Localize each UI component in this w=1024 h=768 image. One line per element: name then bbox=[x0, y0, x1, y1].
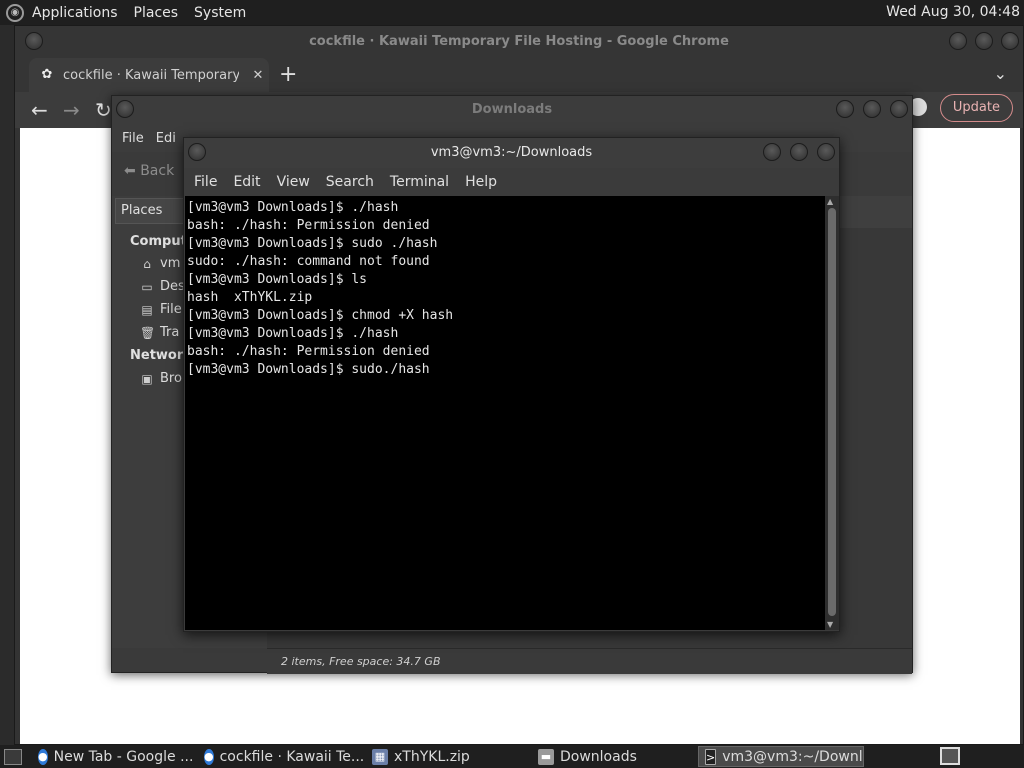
taskbar-item-archive[interactable]: ▦ xThYKL.zip bbox=[366, 746, 532, 767]
sidebar-item-desktop[interactable]: ▭ Des bbox=[140, 279, 185, 294]
sidebar-item-label: Bro bbox=[160, 371, 182, 386]
tab-close-icon[interactable]: ✕ bbox=[247, 68, 269, 83]
file-manager-statusbar: 2 items, Free space: 34.7 GB bbox=[267, 648, 912, 674]
update-button[interactable]: Update bbox=[939, 94, 1013, 122]
terminal-menu-search[interactable]: Search bbox=[318, 174, 382, 190]
taskbar-item-cockfile[interactable]: ● cockfile · Kawaii Te... bbox=[198, 746, 366, 767]
taskbar-item-label: Downloads bbox=[560, 748, 637, 765]
minimize-button[interactable] bbox=[949, 32, 967, 50]
terminal-menubar: File Edit View Search Terminal Help bbox=[184, 168, 839, 196]
file-manager-titlebar[interactable]: Downloads bbox=[112, 96, 912, 124]
back-label: Back bbox=[140, 163, 175, 179]
terminal-menu-edit[interactable]: Edit bbox=[225, 174, 268, 190]
sidebar-item-home[interactable]: ⌂ vm bbox=[140, 256, 180, 271]
terminal-line: bash: ./hash: Permission denied bbox=[187, 218, 430, 233]
bottom-taskbar: ● New Tab - Google ... ● cockfile · Kawa… bbox=[0, 745, 1024, 768]
file-manager-minimize-button[interactable] bbox=[836, 100, 854, 118]
terminal-scrollbar-thumb[interactable] bbox=[828, 208, 836, 616]
terminal-line: hash xThYKL.zip bbox=[187, 290, 313, 305]
sidebar-item-browse-network[interactable]: ▣ Bro bbox=[140, 371, 182, 386]
close-window-button[interactable] bbox=[1001, 32, 1019, 50]
terminal-screen[interactable]: [vm3@vm3 Downloads]$ ./hash bash: ./hash:… bbox=[185, 196, 826, 630]
workspace-switcher[interactable] bbox=[940, 747, 960, 765]
terminal-maximize-button[interactable] bbox=[790, 143, 808, 161]
sidebar-item-trash[interactable]: 🗑 Tra bbox=[140, 325, 179, 340]
terminal-menu-help[interactable]: Help bbox=[457, 174, 505, 190]
folder-icon: ▬ bbox=[538, 748, 554, 765]
system-menu[interactable]: System bbox=[186, 5, 254, 21]
terminal-line: sudo: ./hash: command not found bbox=[187, 254, 430, 269]
tab-strip: ✿ cockfile · Kawaii Temporary Fi ✕ + ⌄ bbox=[15, 58, 1023, 92]
chrome-icon: ● bbox=[38, 748, 48, 765]
terminal-menu-button[interactable] bbox=[188, 143, 206, 161]
taskbar-item-label: vm3@vm3:~/Downl... bbox=[722, 748, 864, 765]
back-arrow-icon[interactable]: ← bbox=[31, 98, 48, 122]
file-manager-menu-file[interactable]: File bbox=[116, 131, 150, 146]
sidebar-item-label: Tra bbox=[160, 325, 180, 340]
desktop-icon: ▭ bbox=[141, 279, 153, 294]
new-tab-button[interactable]: + bbox=[279, 62, 297, 87]
terminal-close-button[interactable] bbox=[817, 143, 835, 161]
trash-icon: 🗑 bbox=[140, 325, 156, 340]
taskbar-item-label: cockfile · Kawaii Te... bbox=[219, 748, 365, 765]
terminal-line: [vm3@vm3 Downloads]$ sudo ./hash bbox=[187, 236, 438, 251]
terminal-line: [vm3@vm3 Downloads]$ ./hash bbox=[187, 200, 399, 215]
site-favicon-icon: ✿ bbox=[41, 67, 53, 82]
sidebar-item-label: Des bbox=[160, 279, 185, 294]
terminal-menu-view[interactable]: View bbox=[269, 174, 318, 190]
scroll-up-arrow-icon[interactable]: ▲ bbox=[827, 197, 833, 206]
terminal-line: [vm3@vm3 Downloads]$ chmod +X hash bbox=[187, 308, 454, 323]
chrome-titlebar[interactable]: cockfile · Kawaii Temporary File Hosting… bbox=[15, 26, 1023, 58]
tab-cockfile[interactable]: ✿ cockfile · Kawaii Temporary Fi ✕ bbox=[29, 58, 269, 92]
taskbar-item-label: New Tab - Google ... bbox=[53, 748, 194, 765]
chrome-icon: ● bbox=[204, 748, 214, 765]
archive-icon: ▦ bbox=[372, 748, 388, 765]
tab-search-chevron-icon[interactable]: ⌄ bbox=[994, 64, 1007, 83]
tab-title: cockfile · Kawaii Temporary Fi bbox=[63, 67, 239, 83]
terminal-menu-terminal[interactable]: Terminal bbox=[382, 174, 457, 190]
terminal-minimize-button[interactable] bbox=[763, 143, 781, 161]
file-manager-close-button[interactable] bbox=[890, 100, 908, 118]
scroll-down-arrow-icon[interactable]: ▼ bbox=[827, 620, 833, 629]
forward-arrow-icon[interactable]: → bbox=[63, 98, 80, 122]
terminal-window: vm3@vm3:~/Downloads File Edit View Searc… bbox=[183, 137, 840, 632]
terminal-line: bash: ./hash: Permission denied bbox=[187, 344, 430, 359]
terminal-line: [vm3@vm3 Downloads]$ ls bbox=[187, 272, 368, 287]
sidebar-item-label: File bbox=[160, 302, 182, 317]
back-arrow-icon: ⬅ bbox=[124, 163, 141, 179]
file-manager-menu-button[interactable] bbox=[116, 100, 134, 118]
reload-icon[interactable]: ↻ bbox=[95, 98, 112, 122]
taskbar-item-downloads[interactable]: ▬ Downloads bbox=[532, 746, 698, 767]
terminal-menu-file[interactable]: File bbox=[186, 174, 225, 190]
terminal-line: [vm3@vm3 Downloads]$ sudo./hash bbox=[187, 362, 430, 377]
home-icon: ⌂ bbox=[143, 256, 151, 271]
sidebar-item-label: vm bbox=[160, 256, 181, 271]
sidebar-item-filesystem[interactable]: ▤ File bbox=[140, 302, 182, 317]
file-manager-maximize-button[interactable] bbox=[863, 100, 881, 118]
terminal-icon: > bbox=[705, 748, 717, 765]
taskbar-item-label: xThYKL.zip bbox=[394, 748, 470, 765]
terminal-line: [vm3@vm3 Downloads]$ ./hash bbox=[187, 326, 399, 341]
clock[interactable]: Wed Aug 30, 04:48 bbox=[886, 4, 1020, 20]
taskbar-item-new-tab[interactable]: ● New Tab - Google ... bbox=[32, 746, 198, 767]
applications-menu[interactable]: Applications bbox=[24, 5, 126, 21]
taskbar-item-terminal[interactable]: > vm3@vm3:~/Downl... bbox=[698, 746, 864, 767]
terminal-scrollbar[interactable]: ▲ ▼ bbox=[825, 196, 839, 630]
window-menu-button[interactable] bbox=[25, 32, 43, 50]
network-icon: ▣ bbox=[141, 371, 153, 386]
maximize-button[interactable] bbox=[975, 32, 993, 50]
show-desktop-button[interactable] bbox=[4, 748, 22, 765]
places-menu[interactable]: Places bbox=[126, 5, 187, 21]
file-manager-menu-edit[interactable]: Edi bbox=[150, 131, 182, 146]
top-panel: ◉ Applications Places System Wed Aug 30,… bbox=[0, 0, 1024, 25]
system-logo-icon[interactable]: ◉ bbox=[6, 3, 24, 22]
drive-icon: ▤ bbox=[141, 302, 153, 317]
terminal-titlebar[interactable]: vm3@vm3:~/Downloads bbox=[184, 138, 839, 168]
file-manager-back-button[interactable]: ⬅ Back bbox=[124, 163, 174, 179]
